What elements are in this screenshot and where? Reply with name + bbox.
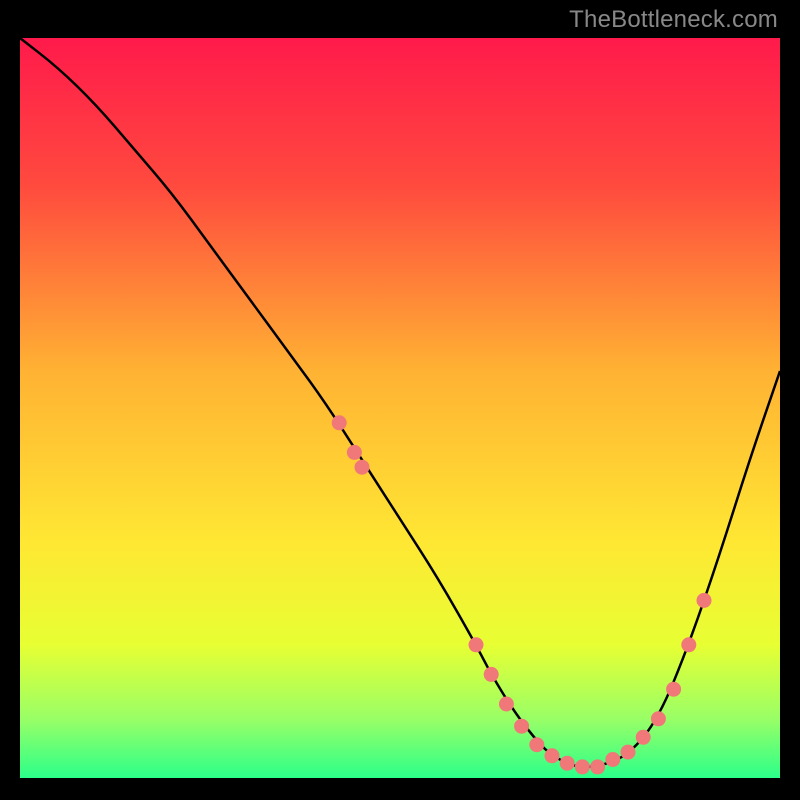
- data-point-marker: [484, 667, 499, 682]
- bottleneck-chart: [20, 38, 780, 778]
- data-point-marker: [545, 748, 560, 763]
- attribution-label: TheBottleneck.com: [569, 6, 778, 34]
- data-point-marker: [332, 415, 347, 430]
- data-point-marker: [347, 445, 362, 460]
- data-point-marker: [636, 730, 651, 745]
- data-point-marker: [621, 745, 636, 760]
- data-point-marker: [529, 737, 544, 752]
- data-point-marker: [514, 719, 529, 734]
- chart-area: [20, 38, 780, 778]
- data-point-marker: [651, 711, 666, 726]
- data-point-marker: [590, 759, 605, 774]
- data-point-marker: [697, 593, 712, 608]
- data-point-marker: [499, 697, 514, 712]
- data-point-marker: [469, 637, 484, 652]
- data-point-marker: [560, 756, 575, 771]
- data-point-marker: [681, 637, 696, 652]
- data-point-marker: [666, 682, 681, 697]
- data-point-marker: [575, 759, 590, 774]
- data-point-marker: [355, 460, 370, 475]
- data-point-marker: [605, 752, 620, 767]
